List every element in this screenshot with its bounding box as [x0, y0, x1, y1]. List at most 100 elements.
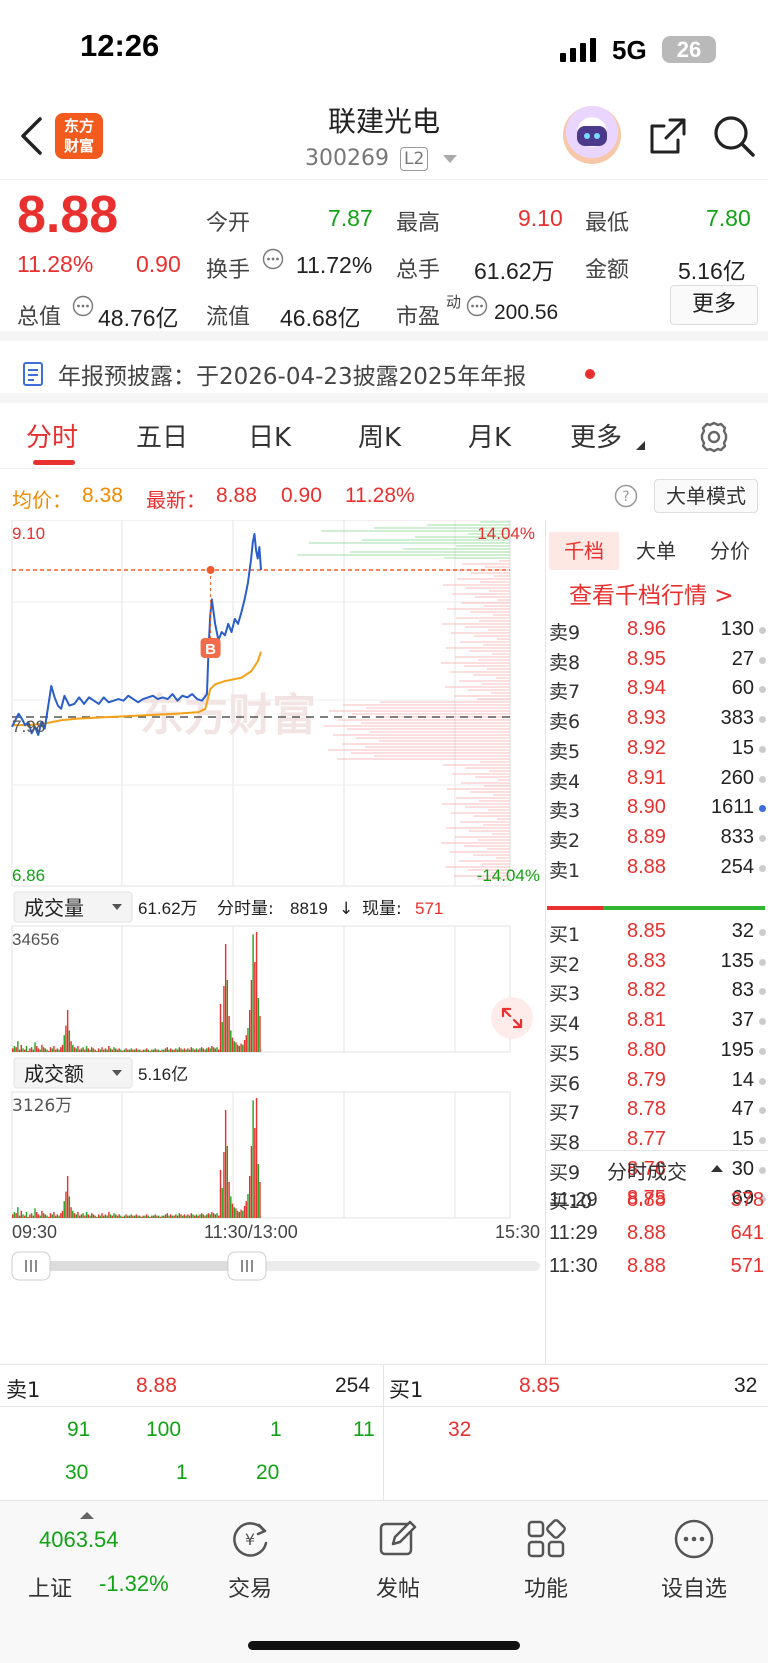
ask-volume: 60: [731, 677, 754, 700]
tab-weekly-k[interactable]: 周K: [358, 417, 401, 454]
ask-row[interactable]: 卖2 8.89 833: [545, 822, 768, 853]
ask-row[interactable]: 卖6 8.93 383: [545, 703, 768, 734]
tab-five-day[interactable]: 五日: [136, 417, 188, 454]
volume-bar: [118, 1214, 120, 1218]
volume-bar: [259, 1016, 261, 1052]
volume-bar: [72, 1044, 74, 1052]
notice-bar[interactable]: 年报预披露：于2026-04-23披露2025年年报: [0, 351, 768, 403]
tab-big-orders[interactable]: 大单: [621, 532, 691, 570]
volume-bar: [82, 1047, 84, 1052]
help-icon[interactable]: ?: [614, 484, 638, 508]
big-order-mode-button[interactable]: 大单模式: [654, 479, 758, 513]
volume-bar: [176, 1215, 179, 1218]
nav-post[interactable]: 发帖: [338, 1571, 458, 1603]
ask-label: 卖2: [549, 829, 581, 852]
turnover-value: 11.72%: [296, 252, 373, 278]
volume-bar: [183, 1048, 186, 1052]
volume-bar: [226, 980, 229, 1052]
ask-row[interactable]: 卖4 8.91 260: [545, 763, 768, 794]
trade-icon[interactable]: ¥: [190, 1517, 310, 1565]
index-change[interactable]: -1.32%: [99, 1571, 169, 1597]
ask-row[interactable]: 卖9 8.96 130: [545, 614, 768, 645]
ask-label: 卖3: [549, 800, 581, 823]
volume-bar: [254, 1128, 256, 1218]
volume-bar: [127, 1049, 129, 1052]
volume-bar: [163, 1049, 165, 1052]
volume-bar: [223, 986, 225, 1052]
ask-price: 8.93: [627, 707, 666, 730]
index-name[interactable]: 上证: [28, 1571, 72, 1603]
ask-queue-item: 1: [270, 1418, 282, 1441]
tick-volume: 641: [730, 1222, 764, 1244]
caret-down-icon[interactable]: [443, 155, 457, 165]
bid-row[interactable]: 买5 8.80 195: [545, 1035, 768, 1066]
tab-intraday[interactable]: 分时: [26, 417, 78, 454]
tab-price-distribution[interactable]: 分价: [695, 532, 765, 570]
volume-bar: [90, 1213, 93, 1218]
volume-bar: [17, 1041, 19, 1052]
assistant-avatar[interactable]: [563, 106, 621, 164]
volume-bar: [78, 1049, 81, 1052]
pre-close-label: 7.98: [12, 717, 45, 736]
search-icon[interactable]: [712, 114, 756, 158]
settings-gear-icon[interactable]: [696, 419, 732, 455]
volume-bar: [147, 1215, 150, 1218]
volume-bar: [235, 1208, 237, 1218]
bid-row[interactable]: 买7 8.78 47: [545, 1094, 768, 1125]
bid-row[interactable]: 买2 8.83 135: [545, 946, 768, 977]
volume-bar: [73, 1213, 76, 1218]
grid-icon[interactable]: [486, 1517, 606, 1565]
bid-price: 8.80: [627, 1038, 666, 1061]
volume-bar: [137, 1049, 139, 1052]
ask-row[interactable]: 卖3 8.90 1611: [545, 792, 768, 823]
tab-daily-k[interactable]: 日K: [248, 417, 291, 454]
volume-bar: [130, 1214, 132, 1218]
caret-up-icon[interactable]: [80, 1511, 94, 1519]
info-dots-icon[interactable]: [72, 295, 94, 317]
volume-bar: [42, 1213, 45, 1218]
volume-bar: [13, 1046, 16, 1052]
compose-icon[interactable]: [338, 1517, 458, 1565]
nav-functions[interactable]: 功能: [486, 1571, 606, 1603]
tab-thousand-levels[interactable]: 千档: [549, 532, 619, 570]
ask-row[interactable]: 卖1 8.88 254: [545, 852, 768, 883]
level2-badge[interactable]: L2: [400, 147, 429, 171]
tab-monthly-k[interactable]: 月K: [468, 417, 511, 454]
svg-text:?: ?: [622, 489, 629, 505]
status-dot: [759, 834, 766, 842]
change-amount: 0.90: [136, 251, 181, 277]
ask-row[interactable]: 卖8 8.95 27: [545, 644, 768, 675]
more-circle-icon[interactable]: [634, 1517, 754, 1565]
volume-bar: [240, 1043, 242, 1052]
caret-up-icon[interactable]: [711, 1164, 723, 1172]
info-dots-icon[interactable]: [466, 295, 488, 317]
volume-bar: [228, 1182, 230, 1218]
bid-row[interactable]: 买3 8.82 83: [545, 975, 768, 1006]
status-dot: [759, 1047, 766, 1055]
volume-bar: [187, 1214, 189, 1218]
nav-watchlist[interactable]: 设自选: [634, 1571, 754, 1603]
pe-superscript: 动: [446, 293, 462, 311]
volume-bar: [252, 1100, 254, 1218]
current-price: 8.88: [17, 186, 119, 244]
view-levels-link[interactable]: 查看千档行情 >: [569, 576, 734, 610]
volume-bar: [257, 998, 259, 1052]
info-dots-icon[interactable]: [262, 248, 284, 270]
volume-bar: [25, 1046, 28, 1052]
ask-row[interactable]: 卖5 8.92 15: [545, 733, 768, 764]
bid-price: 8.81: [627, 1009, 666, 1032]
chart-tabs: 分时 五日 日K 周K 月K 更多: [0, 413, 768, 469]
ask-row[interactable]: 卖7 8.94 60: [545, 673, 768, 704]
tab-more[interactable]: 更多: [570, 417, 622, 454]
volume-bar: [20, 1210, 23, 1218]
tick-time: 11:29: [549, 1189, 598, 1211]
share-icon[interactable]: [648, 116, 688, 156]
nav-trade[interactable]: 交易: [190, 1571, 310, 1603]
index-value[interactable]: 4063.54: [39, 1527, 119, 1553]
more-button[interactable]: 更多: [670, 285, 758, 325]
bid-row[interactable]: 买4 8.81 37: [545, 1005, 768, 1036]
intraday-chart[interactable]: 东方财富 B 9.10 14.04% 7.98 6.86 -14.04% 成交量…: [0, 519, 545, 1345]
bid-row[interactable]: 买1 8.85 32: [545, 916, 768, 947]
ticks-title[interactable]: 分时成交: [607, 1156, 687, 1185]
bid-row[interactable]: 买6 8.79 14: [545, 1065, 768, 1096]
